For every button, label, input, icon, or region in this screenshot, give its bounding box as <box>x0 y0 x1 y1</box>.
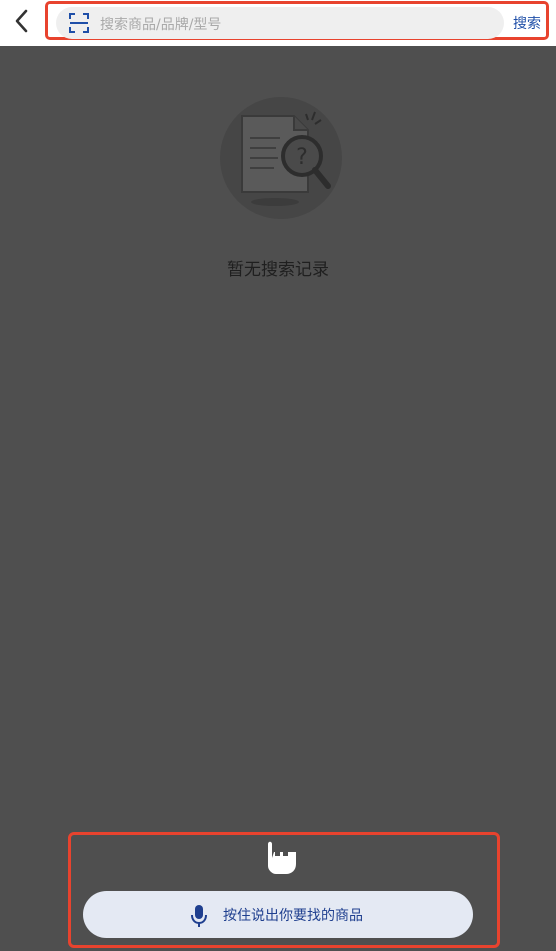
voice-search-button[interactable]: 按住说出你要找的商品 <box>83 891 473 938</box>
search-highlight-box: 搜索商品/品牌/型号 搜索 <box>45 1 549 40</box>
microphone-icon <box>191 905 207 927</box>
voice-search-label: 按住说出你要找的商品 <box>223 908 363 924</box>
pointing-hand-icon <box>268 841 296 874</box>
svg-text:?: ? <box>296 145 308 170</box>
search-button[interactable]: 搜索 <box>513 13 541 33</box>
document-search-icon: ? <box>220 97 342 219</box>
back-icon[interactable] <box>10 7 34 35</box>
search-input[interactable]: 搜索商品/品牌/型号 <box>56 7 504 39</box>
empty-state-message: 暂无搜索记录 <box>227 260 329 280</box>
search-placeholder: 搜索商品/品牌/型号 <box>100 17 222 33</box>
top-bar: 搜索商品/品牌/型号 搜索 <box>0 0 556 46</box>
scan-icon[interactable] <box>68 12 90 34</box>
